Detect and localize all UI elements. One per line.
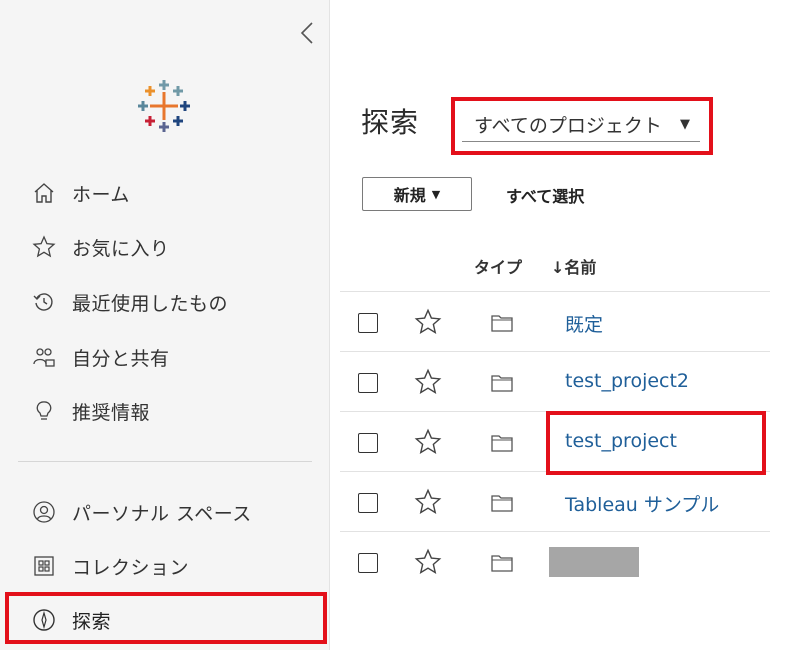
highlight-box: [546, 411, 766, 475]
column-header-name[interactable]: ↓名前: [551, 254, 596, 278]
row-checkbox[interactable]: [358, 313, 378, 333]
folder-icon: [491, 375, 513, 392]
home-icon: [30, 179, 58, 207]
sidebar-item-label: コレクション: [72, 556, 190, 579]
new-button-label: 新規: [393, 186, 426, 205]
collection-icon: [30, 552, 58, 580]
sidebar-item-home[interactable]: ホーム: [18, 173, 322, 213]
row-checkbox[interactable]: [358, 433, 378, 453]
redacted-name: [549, 547, 639, 577]
table-row[interactable]: Tableau サンプル: [340, 471, 770, 531]
sidebar-divider: [18, 461, 312, 462]
user-circle-icon: [30, 498, 58, 526]
page-title: 探索: [361, 106, 420, 139]
sidebar-item-label: ホーム: [72, 183, 130, 206]
sidebar-item-label: 推奨情報: [72, 401, 151, 424]
sidebar-item-label: 自分と共有: [72, 347, 170, 370]
folder-icon: [491, 435, 513, 452]
column-header-type[interactable]: タイプ: [474, 254, 522, 278]
recent-icon: [30, 288, 58, 316]
sidebar-item-label: 最近使用したもの: [72, 292, 229, 315]
collapse-sidebar-button[interactable]: [296, 20, 318, 46]
table-row[interactable]: 既定: [340, 291, 770, 351]
sidebar-item-label: パーソナル スペース: [72, 502, 252, 525]
row-checkbox[interactable]: [358, 493, 378, 513]
sidebar-item-favorites[interactable]: お気に入り: [18, 227, 322, 267]
lightbulb-icon: [30, 397, 58, 425]
table-row[interactable]: [340, 531, 770, 591]
table-row[interactable]: test_project2: [340, 351, 770, 411]
star-icon[interactable]: [414, 428, 442, 456]
row-checkbox[interactable]: [358, 553, 378, 573]
star-icon[interactable]: [414, 368, 442, 396]
sidebar-item-recommendations[interactable]: 推奨情報: [18, 391, 322, 431]
star-icon[interactable]: [414, 308, 442, 336]
shared-users-icon: [30, 343, 58, 371]
folder-icon: [491, 315, 513, 332]
select-all-button[interactable]: すべて選択: [506, 183, 584, 207]
highlight-box: [451, 97, 713, 155]
highlight-box: [5, 592, 327, 644]
row-name-link[interactable]: Tableau サンプル: [565, 490, 719, 517]
sidebar-item-shared[interactable]: 自分と共有: [18, 337, 322, 377]
folder-icon: [491, 495, 513, 512]
sidebar: ホーム お気に入り 最近使用したもの 自分と共有 推奨情報 パーソナル スペース: [0, 0, 330, 650]
row-name-link[interactable]: test_project2: [565, 370, 689, 392]
sidebar-item-label: お気に入り: [72, 237, 170, 260]
new-button[interactable]: 新規 ▼: [362, 177, 472, 211]
row-name-link[interactable]: 既定: [565, 310, 603, 337]
sidebar-item-personal-space[interactable]: パーソナル スペース: [18, 492, 322, 532]
row-checkbox[interactable]: [358, 373, 378, 393]
star-icon[interactable]: [414, 548, 442, 576]
star-icon: [30, 233, 58, 261]
star-icon[interactable]: [414, 488, 442, 516]
chevron-left-icon: [300, 22, 313, 44]
tableau-logo: [138, 80, 190, 132]
sidebar-item-recent[interactable]: 最近使用したもの: [18, 282, 322, 322]
sidebar-item-collections[interactable]: コレクション: [18, 546, 322, 586]
folder-icon: [491, 555, 513, 572]
caret-down-icon: ▼: [431, 187, 441, 201]
